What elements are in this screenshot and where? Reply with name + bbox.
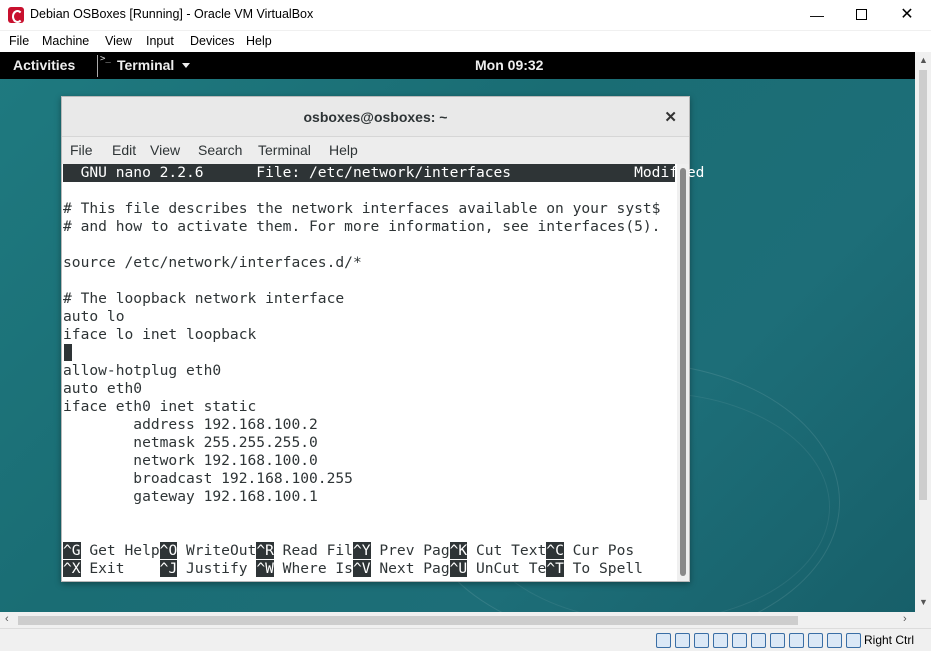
activities-button[interactable]: Activities bbox=[13, 57, 75, 73]
nano-shortcut-label: Prev Pag bbox=[370, 542, 450, 559]
terminal-menu-help[interactable]: Help bbox=[329, 142, 358, 158]
nano-header: GNU nano 2.2.6 File: /etc/network/interf… bbox=[63, 164, 722, 182]
nano-line: iface eth0 inet static bbox=[63, 398, 257, 415]
nano-line: network 192.168.100.0 bbox=[63, 452, 318, 469]
keyboard-capture-icon[interactable] bbox=[846, 633, 861, 648]
nano-shortcut-label: Read Fil bbox=[273, 542, 353, 559]
nano-shortcut-key: ^W bbox=[256, 560, 274, 577]
nano-shortcut-key: ^Y bbox=[352, 542, 371, 559]
terminal-title: osboxes@osboxes: ~ bbox=[303, 109, 448, 125]
menu-help[interactable]: Help bbox=[246, 34, 272, 48]
nano-shortcut-key: ^V bbox=[352, 560, 371, 577]
hard-disk-icon[interactable] bbox=[656, 633, 671, 648]
nano-shortcut-label: Where Is bbox=[273, 560, 353, 577]
host-key-label: Right Ctrl bbox=[864, 633, 915, 647]
nano-shortcut-label: Cut Text bbox=[467, 542, 547, 559]
nano-shortcut-label: Cur Pos bbox=[563, 542, 635, 559]
scroll-left-icon[interactable]: ‹ bbox=[5, 613, 9, 625]
network-icon[interactable] bbox=[713, 633, 728, 648]
scroll-down-icon[interactable]: ▼ bbox=[919, 597, 928, 607]
nano-shortcut-key: ^G bbox=[63, 542, 81, 559]
virtualbox-icon bbox=[8, 7, 24, 23]
nano-line: iface lo inet loopback bbox=[63, 326, 257, 343]
close-button[interactable]: ✕ bbox=[884, 0, 930, 31]
nano-line: source /etc/network/interfaces.d/* bbox=[63, 254, 362, 271]
terminal-menu-file[interactable]: File bbox=[70, 142, 93, 158]
nano-line: auto lo bbox=[63, 308, 125, 325]
nano-line: broadcast 192.168.100.255 bbox=[63, 470, 353, 487]
nano-shortcut-label: UnCut Te bbox=[467, 560, 547, 577]
scroll-up-icon[interactable]: ▲ bbox=[919, 55, 928, 65]
terminal-menu-terminal[interactable]: Terminal bbox=[258, 142, 311, 158]
nano-shortcut-row: ^G Get Help^O WriteOut^R Read Fil^Y Prev… bbox=[63, 542, 634, 560]
menu-input[interactable]: Input bbox=[146, 34, 174, 48]
usb-icon[interactable] bbox=[732, 633, 747, 648]
audio-icon[interactable] bbox=[694, 633, 709, 648]
gnome-top-bar: Activities >_ Terminal Mon 09:32 bbox=[0, 52, 915, 79]
nano-shortcut-key: ^X bbox=[63, 560, 81, 577]
vm-vertical-scrollbar[interactable]: ▲ ▼ bbox=[915, 52, 931, 612]
menu-devices[interactable]: Devices bbox=[190, 34, 234, 48]
nano-shortcut-label: To Spell bbox=[563, 560, 643, 577]
app-menu-label: Terminal bbox=[117, 57, 175, 73]
cpu-icon[interactable] bbox=[808, 633, 823, 648]
nano-shortcut-row: ^X Exit ^J Justify ^W Where Is^V Next Pa… bbox=[63, 560, 643, 578]
terminal-icon: >_ bbox=[97, 55, 111, 77]
terminal-body[interactable]: GNU nano 2.2.6 File: /etc/network/interf… bbox=[62, 164, 722, 581]
terminal-scrollbar[interactable] bbox=[677, 164, 689, 581]
vm-hscroll-thumb[interactable] bbox=[18, 616, 798, 625]
clock[interactable]: Mon 09:32 bbox=[475, 57, 543, 73]
nano-line: gateway 192.168.100.1 bbox=[63, 488, 318, 505]
host-window-title: Debian OSBoxes [Running] - Oracle VM Vir… bbox=[30, 7, 314, 21]
maximize-button[interactable] bbox=[838, 0, 884, 31]
vm-horizontal-scrollbar[interactable]: ‹ › bbox=[0, 612, 931, 628]
host-menubar: File Machine View Input Devices Help bbox=[0, 31, 931, 53]
nano-shortcut-label: WriteOut bbox=[177, 542, 257, 559]
menu-view[interactable]: View bbox=[105, 34, 132, 48]
nano-shortcut-label: Get Help bbox=[80, 542, 160, 559]
vm-screen[interactable]: Activities >_ Terminal Mon 09:32 osboxes… bbox=[0, 52, 915, 612]
nano-shortcut-key: ^O bbox=[159, 542, 178, 559]
menu-machine[interactable]: Machine bbox=[42, 34, 89, 48]
maximize-icon bbox=[855, 9, 867, 21]
nano-shortcut-label: Exit bbox=[80, 560, 160, 577]
minimize-button[interactable]: — bbox=[794, 0, 840, 31]
nano-line: allow-hotplug eth0 bbox=[63, 362, 222, 379]
optical-drive-icon[interactable] bbox=[675, 633, 690, 648]
nano-shortcut-label: Justify bbox=[177, 560, 257, 577]
vm-statusbar: Right Ctrl bbox=[0, 628, 931, 651]
scroll-right-icon[interactable]: › bbox=[903, 613, 907, 625]
terminal-menu-search[interactable]: Search bbox=[198, 142, 242, 158]
terminal-scroll-thumb[interactable] bbox=[680, 168, 686, 576]
nano-shortcut-key: ^T bbox=[546, 560, 564, 577]
nano-shortcut-key: ^U bbox=[449, 560, 468, 577]
nano-shortcut-label: Next Pag bbox=[370, 560, 450, 577]
nano-line: # and how to activate them. For more inf… bbox=[63, 218, 661, 235]
nano-line: auto eth0 bbox=[63, 380, 143, 397]
terminal-titlebar[interactable]: osboxes@osboxes: ~ ✕ bbox=[62, 97, 689, 137]
nano-shortcut-key: ^J bbox=[159, 560, 178, 577]
nano-shortcut-key: ^R bbox=[256, 542, 274, 559]
vm-vscroll-thumb[interactable] bbox=[919, 70, 927, 500]
terminal-window: osboxes@osboxes: ~ ✕ File Edit View Sear… bbox=[61, 96, 722, 582]
terminal-close-button[interactable]: ✕ bbox=[664, 108, 677, 126]
caret-down-icon bbox=[182, 63, 190, 68]
nano-shortcut-key: ^K bbox=[449, 542, 468, 559]
nano-shortcut-key: ^C bbox=[546, 542, 564, 559]
terminal-menu-view[interactable]: View bbox=[150, 142, 180, 158]
terminal-menubar: File Edit View Search Terminal Help bbox=[62, 137, 689, 164]
nano-line: netmask 255.255.255.0 bbox=[63, 434, 318, 451]
mouse-integration-icon[interactable] bbox=[827, 633, 842, 648]
shared-folders-icon[interactable] bbox=[751, 633, 766, 648]
menu-file[interactable]: File bbox=[9, 34, 29, 48]
host-titlebar: Debian OSBoxes [Running] - Oracle VM Vir… bbox=[0, 0, 931, 31]
nano-line: # The loopback network interface bbox=[63, 290, 345, 307]
display-icon[interactable] bbox=[770, 633, 785, 648]
terminal-menu-edit[interactable]: Edit bbox=[112, 142, 136, 158]
nano-line: address 192.168.100.2 bbox=[63, 416, 318, 433]
video-capture-icon[interactable] bbox=[789, 633, 804, 648]
text-cursor bbox=[64, 344, 72, 361]
nano-line: # This file describes the network interf… bbox=[63, 200, 661, 217]
